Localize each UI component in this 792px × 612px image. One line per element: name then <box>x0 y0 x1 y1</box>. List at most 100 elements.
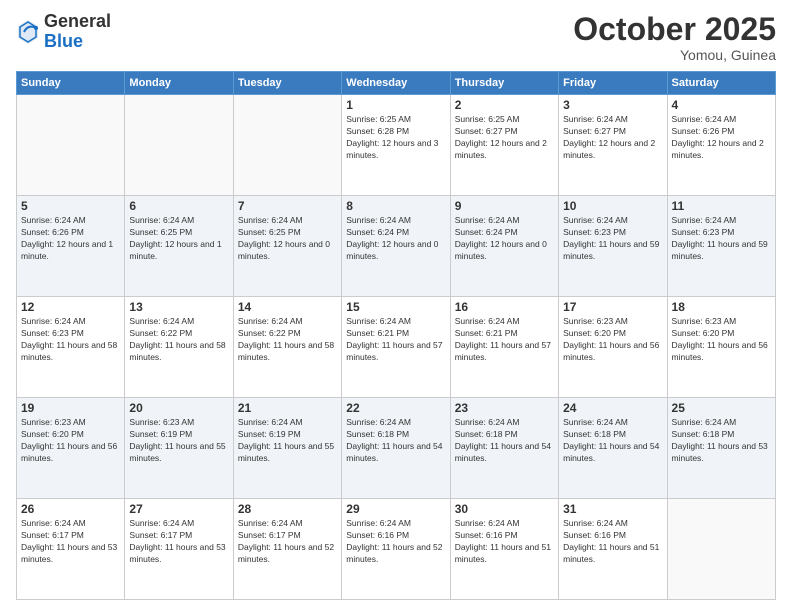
logo: General Blue <box>16 12 111 52</box>
day-number: 9 <box>455 199 554 213</box>
day-number: 16 <box>455 300 554 314</box>
day-number: 4 <box>672 98 771 112</box>
day-info: Sunrise: 6:24 AM Sunset: 6:23 PM Dayligh… <box>672 215 771 263</box>
calendar-day-cell: 29 Sunrise: 6:24 AM Sunset: 6:16 PM Dayli… <box>342 499 450 600</box>
calendar-day-cell: 5 Sunrise: 6:24 AM Sunset: 6:26 PM Daylig… <box>17 196 125 297</box>
calendar-day-cell: 24 Sunrise: 6:24 AM Sunset: 6:18 PM Dayli… <box>559 398 667 499</box>
day-info: Sunrise: 6:24 AM Sunset: 6:16 PM Dayligh… <box>455 518 554 566</box>
calendar-day-cell: 4Sunrise: 6:24 AM Sunset: 6:26 PM Daylig… <box>667 95 775 196</box>
calendar-week-row: 1 Sunrise: 6:25 AM Sunset: 6:28 PM Daylig… <box>17 95 776 196</box>
day-number: 18 <box>672 300 771 314</box>
day-info: Sunrise: 6:24 AM Sunset: 6:17 PM Dayligh… <box>21 518 120 566</box>
header: General Blue October 2025 Yomou, Guinea <box>16 12 776 63</box>
calendar-day-cell <box>125 95 233 196</box>
calendar-day-cell: 28 Sunrise: 6:24 AM Sunset: 6:17 PM Dayli… <box>233 499 341 600</box>
calendar-day-cell: 11 Sunrise: 6:24 AM Sunset: 6:23 PM Dayli… <box>667 196 775 297</box>
day-number: 13 <box>129 300 228 314</box>
day-info: Sunrise: 6:24 AM Sunset: 6:21 PM Dayligh… <box>346 316 445 364</box>
calendar-day-cell: 1 Sunrise: 6:25 AM Sunset: 6:28 PM Daylig… <box>342 95 450 196</box>
location: Yomou, Guinea <box>573 47 776 63</box>
calendar-day-cell: 16 Sunrise: 6:24 AM Sunset: 6:21 PM Dayli… <box>450 297 558 398</box>
day-number: 10 <box>563 199 662 213</box>
day-number: 29 <box>346 502 445 516</box>
day-info: Sunrise: 6:24 AM Sunset: 6:18 PM Dayligh… <box>672 417 771 465</box>
day-info: Sunrise: 6:24 AM Sunset: 6:18 PM Dayligh… <box>346 417 445 465</box>
day-info: Sunrise: 6:24 AM Sunset: 6:25 PM Dayligh… <box>129 215 228 263</box>
calendar-header-monday: Monday <box>125 72 233 95</box>
day-number: 3 <box>563 98 662 112</box>
day-info: Sunrise: 6:24 AM Sunset: 6:19 PM Dayligh… <box>238 417 337 465</box>
calendar-day-cell <box>17 95 125 196</box>
calendar-day-cell: 12 Sunrise: 6:24 AM Sunset: 6:23 PM Dayli… <box>17 297 125 398</box>
day-number: 22 <box>346 401 445 415</box>
calendar-day-cell <box>233 95 341 196</box>
day-number: 30 <box>455 502 554 516</box>
day-number: 19 <box>21 401 120 415</box>
day-number: 14 <box>238 300 337 314</box>
day-info: Sunrise: 6:24 AM Sunset: 6:16 PM Dayligh… <box>346 518 445 566</box>
day-info: Sunrise: 6:24 AM Sunset: 6:18 PM Dayligh… <box>563 417 662 465</box>
calendar-day-cell: 31Sunrise: 6:24 AM Sunset: 6:16 PM Dayli… <box>559 499 667 600</box>
day-number: 20 <box>129 401 228 415</box>
day-number: 15 <box>346 300 445 314</box>
day-info: Sunrise: 6:25 AM Sunset: 6:28 PM Dayligh… <box>346 114 445 162</box>
calendar-day-cell: 23Sunrise: 6:24 AM Sunset: 6:18 PM Dayli… <box>450 398 558 499</box>
logo-general: General <box>44 12 111 32</box>
day-number: 1 <box>346 98 445 112</box>
logo-blue: Blue <box>44 32 111 52</box>
day-info: Sunrise: 6:23 AM Sunset: 6:20 PM Dayligh… <box>21 417 120 465</box>
calendar-day-cell: 3Sunrise: 6:24 AM Sunset: 6:27 PM Daylig… <box>559 95 667 196</box>
day-info: Sunrise: 6:25 AM Sunset: 6:27 PM Dayligh… <box>455 114 554 162</box>
calendar-header-tuesday: Tuesday <box>233 72 341 95</box>
day-info: Sunrise: 6:24 AM Sunset: 6:17 PM Dayligh… <box>129 518 228 566</box>
day-number: 28 <box>238 502 337 516</box>
day-info: Sunrise: 6:24 AM Sunset: 6:16 PM Dayligh… <box>563 518 662 566</box>
day-info: Sunrise: 6:24 AM Sunset: 6:23 PM Dayligh… <box>21 316 120 364</box>
calendar-day-cell: 18 Sunrise: 6:23 AM Sunset: 6:20 PM Dayli… <box>667 297 775 398</box>
day-info: Sunrise: 6:24 AM Sunset: 6:17 PM Dayligh… <box>238 518 337 566</box>
calendar-week-row: 19 Sunrise: 6:23 AM Sunset: 6:20 PM Dayli… <box>17 398 776 499</box>
day-number: 2 <box>455 98 554 112</box>
calendar-day-cell: 9Sunrise: 6:24 AM Sunset: 6:24 PM Daylig… <box>450 196 558 297</box>
day-number: 17 <box>563 300 662 314</box>
calendar-day-cell <box>667 499 775 600</box>
day-info: Sunrise: 6:23 AM Sunset: 6:20 PM Dayligh… <box>563 316 662 364</box>
day-number: 24 <box>563 401 662 415</box>
day-info: Sunrise: 6:24 AM Sunset: 6:21 PM Dayligh… <box>455 316 554 364</box>
calendar-header-saturday: Saturday <box>667 72 775 95</box>
day-number: 5 <box>21 199 120 213</box>
calendar-day-cell: 2 Sunrise: 6:25 AM Sunset: 6:27 PM Daylig… <box>450 95 558 196</box>
day-number: 8 <box>346 199 445 213</box>
day-number: 7 <box>238 199 337 213</box>
calendar-day-cell: 19 Sunrise: 6:23 AM Sunset: 6:20 PM Dayli… <box>17 398 125 499</box>
day-number: 27 <box>129 502 228 516</box>
calendar-day-cell: 27 Sunrise: 6:24 AM Sunset: 6:17 PM Dayli… <box>125 499 233 600</box>
calendar-day-cell: 20Sunrise: 6:23 AM Sunset: 6:19 PM Dayli… <box>125 398 233 499</box>
calendar-day-cell: 13 Sunrise: 6:24 AM Sunset: 6:22 PM Dayli… <box>125 297 233 398</box>
calendar-day-cell: 10Sunrise: 6:24 AM Sunset: 6:23 PM Dayli… <box>559 196 667 297</box>
calendar-week-row: 12 Sunrise: 6:24 AM Sunset: 6:23 PM Dayli… <box>17 297 776 398</box>
calendar-header-wednesday: Wednesday <box>342 72 450 95</box>
day-number: 26 <box>21 502 120 516</box>
month-title: October 2025 <box>573 12 776 47</box>
calendar-day-cell: 30 Sunrise: 6:24 AM Sunset: 6:16 PM Dayli… <box>450 499 558 600</box>
day-info: Sunrise: 6:24 AM Sunset: 6:22 PM Dayligh… <box>238 316 337 364</box>
calendar-day-cell: 15 Sunrise: 6:24 AM Sunset: 6:21 PM Dayli… <box>342 297 450 398</box>
day-number: 6 <box>129 199 228 213</box>
calendar-day-cell: 25Sunrise: 6:24 AM Sunset: 6:18 PM Dayli… <box>667 398 775 499</box>
calendar-day-cell: 21Sunrise: 6:24 AM Sunset: 6:19 PM Dayli… <box>233 398 341 499</box>
calendar-week-row: 26 Sunrise: 6:24 AM Sunset: 6:17 PM Dayli… <box>17 499 776 600</box>
calendar-day-cell: 14 Sunrise: 6:24 AM Sunset: 6:22 PM Dayli… <box>233 297 341 398</box>
day-info: Sunrise: 6:23 AM Sunset: 6:20 PM Dayligh… <box>672 316 771 364</box>
day-number: 11 <box>672 199 771 213</box>
calendar-header-sunday: Sunday <box>17 72 125 95</box>
calendar-day-cell: 17 Sunrise: 6:23 AM Sunset: 6:20 PM Dayli… <box>559 297 667 398</box>
title-block: October 2025 Yomou, Guinea <box>573 12 776 63</box>
day-info: Sunrise: 6:24 AM Sunset: 6:25 PM Dayligh… <box>238 215 337 263</box>
day-number: 12 <box>21 300 120 314</box>
day-info: Sunrise: 6:24 AM Sunset: 6:26 PM Dayligh… <box>21 215 120 263</box>
calendar-day-cell: 26 Sunrise: 6:24 AM Sunset: 6:17 PM Dayli… <box>17 499 125 600</box>
calendar-header-thursday: Thursday <box>450 72 558 95</box>
calendar-header-row: SundayMondayTuesdayWednesdayThursdayFrid… <box>17 72 776 95</box>
day-info: Sunrise: 6:24 AM Sunset: 6:22 PM Dayligh… <box>129 316 228 364</box>
